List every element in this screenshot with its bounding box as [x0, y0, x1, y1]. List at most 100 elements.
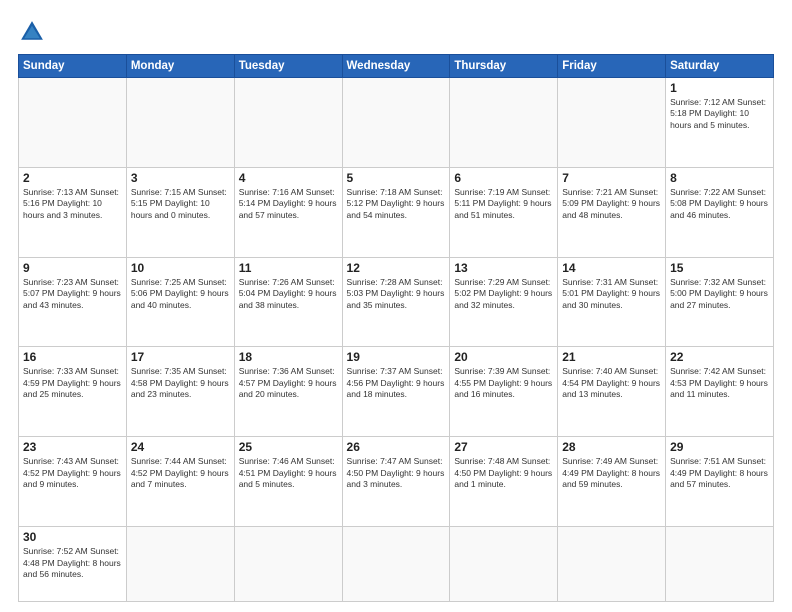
day-info: Sunrise: 7:22 AM Sunset: 5:08 PM Dayligh…	[670, 187, 769, 221]
calendar-cell: 14 Sunrise: 7:31 AM Sunset: 5:01 PM Dayli…	[558, 257, 666, 347]
day-number: 24	[131, 440, 230, 454]
day-number: 7	[562, 171, 661, 185]
day-number: 26	[347, 440, 446, 454]
calendar-cell: 8 Sunrise: 7:22 AM Sunset: 5:08 PM Daylig…	[666, 167, 774, 257]
calendar-cell: 23Sunrise: 7:43 AM Sunset: 4:52 PM Dayli…	[19, 437, 127, 527]
day-info: Sunrise: 7:23 AM Sunset: 5:07 PM Dayligh…	[23, 277, 122, 311]
day-number: 6	[454, 171, 553, 185]
day-info: Sunrise: 7:47 AM Sunset: 4:50 PM Dayligh…	[347, 456, 446, 490]
day-info: Sunrise: 7:35 AM Sunset: 4:58 PM Dayligh…	[131, 366, 230, 400]
weekday-header-row: SundayMondayTuesdayWednesdayThursdayFrid…	[19, 55, 774, 78]
day-info: Sunrise: 7:25 AM Sunset: 5:06 PM Dayligh…	[131, 277, 230, 311]
calendar-cell: 26 Sunrise: 7:47 AM Sunset: 4:50 PM Dayli…	[342, 437, 450, 527]
day-info: Sunrise: 7:33 AM Sunset: 4:59 PM Dayligh…	[23, 366, 122, 400]
weekday-header-monday: Monday	[126, 55, 234, 78]
calendar-week-4: 16Sunrise: 7:33 AM Sunset: 4:59 PM Dayli…	[19, 347, 774, 437]
day-number: 28	[562, 440, 661, 454]
calendar-cell: 10 Sunrise: 7:25 AM Sunset: 5:06 PM Dayli…	[126, 257, 234, 347]
calendar-cell: 7 Sunrise: 7:21 AM Sunset: 5:09 PM Daylig…	[558, 167, 666, 257]
day-number: 18	[239, 350, 338, 364]
calendar-cell	[126, 78, 234, 168]
calendar-week-1: 1 Sunrise: 7:12 AM Sunset: 5:18 PM Daylig…	[19, 78, 774, 168]
calendar-cell: 20 Sunrise: 7:39 AM Sunset: 4:55 PM Dayli…	[450, 347, 558, 437]
day-info: Sunrise: 7:15 AM Sunset: 5:15 PM Dayligh…	[131, 187, 230, 221]
calendar-cell: 27 Sunrise: 7:48 AM Sunset: 4:50 PM Dayli…	[450, 437, 558, 527]
logo	[18, 18, 50, 46]
calendar-cell: 12 Sunrise: 7:28 AM Sunset: 5:03 PM Dayli…	[342, 257, 450, 347]
day-info: Sunrise: 7:42 AM Sunset: 4:53 PM Dayligh…	[670, 366, 769, 400]
day-info: Sunrise: 7:21 AM Sunset: 5:09 PM Dayligh…	[562, 187, 661, 221]
day-info: Sunrise: 7:36 AM Sunset: 4:57 PM Dayligh…	[239, 366, 338, 400]
calendar-cell	[666, 527, 774, 602]
calendar-cell: 9Sunrise: 7:23 AM Sunset: 5:07 PM Daylig…	[19, 257, 127, 347]
calendar-cell: 19Sunrise: 7:37 AM Sunset: 4:56 PM Dayli…	[342, 347, 450, 437]
calendar-cell: 28 Sunrise: 7:49 AM Sunset: 4:49 PM Dayli…	[558, 437, 666, 527]
day-number: 17	[131, 350, 230, 364]
day-number: 5	[347, 171, 446, 185]
day-info: Sunrise: 7:39 AM Sunset: 4:55 PM Dayligh…	[454, 366, 553, 400]
day-number: 2	[23, 171, 122, 185]
calendar-cell: 17 Sunrise: 7:35 AM Sunset: 4:58 PM Dayli…	[126, 347, 234, 437]
calendar-cell	[558, 78, 666, 168]
day-info: Sunrise: 7:44 AM Sunset: 4:52 PM Dayligh…	[131, 456, 230, 490]
calendar-cell: 21Sunrise: 7:40 AM Sunset: 4:54 PM Dayli…	[558, 347, 666, 437]
calendar-week-5: 23Sunrise: 7:43 AM Sunset: 4:52 PM Dayli…	[19, 437, 774, 527]
calendar-cell: 3Sunrise: 7:15 AM Sunset: 5:15 PM Daylig…	[126, 167, 234, 257]
weekday-header-thursday: Thursday	[450, 55, 558, 78]
day-number: 1	[670, 81, 769, 95]
day-number: 12	[347, 261, 446, 275]
day-number: 22	[670, 350, 769, 364]
day-number: 8	[670, 171, 769, 185]
day-info: Sunrise: 7:48 AM Sunset: 4:50 PM Dayligh…	[454, 456, 553, 490]
calendar-week-2: 2 Sunrise: 7:13 AM Sunset: 5:16 PM Daylig…	[19, 167, 774, 257]
calendar-cell: 13Sunrise: 7:29 AM Sunset: 5:02 PM Dayli…	[450, 257, 558, 347]
day-info: Sunrise: 7:26 AM Sunset: 5:04 PM Dayligh…	[239, 277, 338, 311]
calendar-cell: 22 Sunrise: 7:42 AM Sunset: 4:53 PM Dayli…	[666, 347, 774, 437]
weekday-header-friday: Friday	[558, 55, 666, 78]
day-number: 4	[239, 171, 338, 185]
calendar-cell: 25 Sunrise: 7:46 AM Sunset: 4:51 PM Dayli…	[234, 437, 342, 527]
day-info: Sunrise: 7:37 AM Sunset: 4:56 PM Dayligh…	[347, 366, 446, 400]
day-number: 15	[670, 261, 769, 275]
day-number: 25	[239, 440, 338, 454]
calendar-cell: 18 Sunrise: 7:36 AM Sunset: 4:57 PM Dayli…	[234, 347, 342, 437]
day-info: Sunrise: 7:13 AM Sunset: 5:16 PM Dayligh…	[23, 187, 122, 221]
page: SundayMondayTuesdayWednesdayThursdayFrid…	[0, 0, 792, 612]
weekday-header-sunday: Sunday	[19, 55, 127, 78]
calendar-cell	[234, 78, 342, 168]
weekday-header-saturday: Saturday	[666, 55, 774, 78]
calendar-cell: 1 Sunrise: 7:12 AM Sunset: 5:18 PM Daylig…	[666, 78, 774, 168]
day-info: Sunrise: 7:12 AM Sunset: 5:18 PM Dayligh…	[670, 97, 769, 131]
day-info: Sunrise: 7:19 AM Sunset: 5:11 PM Dayligh…	[454, 187, 553, 221]
day-number: 30	[23, 530, 122, 544]
calendar-cell	[450, 78, 558, 168]
day-number: 27	[454, 440, 553, 454]
day-info: Sunrise: 7:49 AM Sunset: 4:49 PM Dayligh…	[562, 456, 661, 490]
day-info: Sunrise: 7:31 AM Sunset: 5:01 PM Dayligh…	[562, 277, 661, 311]
calendar-cell: 24 Sunrise: 7:44 AM Sunset: 4:52 PM Dayli…	[126, 437, 234, 527]
calendar-cell: 11 Sunrise: 7:26 AM Sunset: 5:04 PM Dayli…	[234, 257, 342, 347]
header	[18, 18, 774, 46]
day-number: 14	[562, 261, 661, 275]
calendar-cell: 15 Sunrise: 7:32 AM Sunset: 5:00 PM Dayli…	[666, 257, 774, 347]
day-number: 11	[239, 261, 338, 275]
weekday-header-wednesday: Wednesday	[342, 55, 450, 78]
calendar-week-3: 9Sunrise: 7:23 AM Sunset: 5:07 PM Daylig…	[19, 257, 774, 347]
day-info: Sunrise: 7:46 AM Sunset: 4:51 PM Dayligh…	[239, 456, 338, 490]
calendar-cell	[342, 527, 450, 602]
calendar-cell: 4Sunrise: 7:16 AM Sunset: 5:14 PM Daylig…	[234, 167, 342, 257]
day-number: 20	[454, 350, 553, 364]
calendar-week-6: 30Sunrise: 7:52 AM Sunset: 4:48 PM Dayli…	[19, 527, 774, 602]
logo-icon	[18, 18, 46, 46]
calendar-cell	[342, 78, 450, 168]
calendar-cell: 2 Sunrise: 7:13 AM Sunset: 5:16 PM Daylig…	[19, 167, 127, 257]
weekday-header-tuesday: Tuesday	[234, 55, 342, 78]
day-number: 10	[131, 261, 230, 275]
day-info: Sunrise: 7:18 AM Sunset: 5:12 PM Dayligh…	[347, 187, 446, 221]
day-info: Sunrise: 7:28 AM Sunset: 5:03 PM Dayligh…	[347, 277, 446, 311]
calendar-cell: 29Sunrise: 7:51 AM Sunset: 4:49 PM Dayli…	[666, 437, 774, 527]
day-info: Sunrise: 7:51 AM Sunset: 4:49 PM Dayligh…	[670, 456, 769, 490]
day-info: Sunrise: 7:32 AM Sunset: 5:00 PM Dayligh…	[670, 277, 769, 311]
calendar-cell	[234, 527, 342, 602]
day-info: Sunrise: 7:43 AM Sunset: 4:52 PM Dayligh…	[23, 456, 122, 490]
